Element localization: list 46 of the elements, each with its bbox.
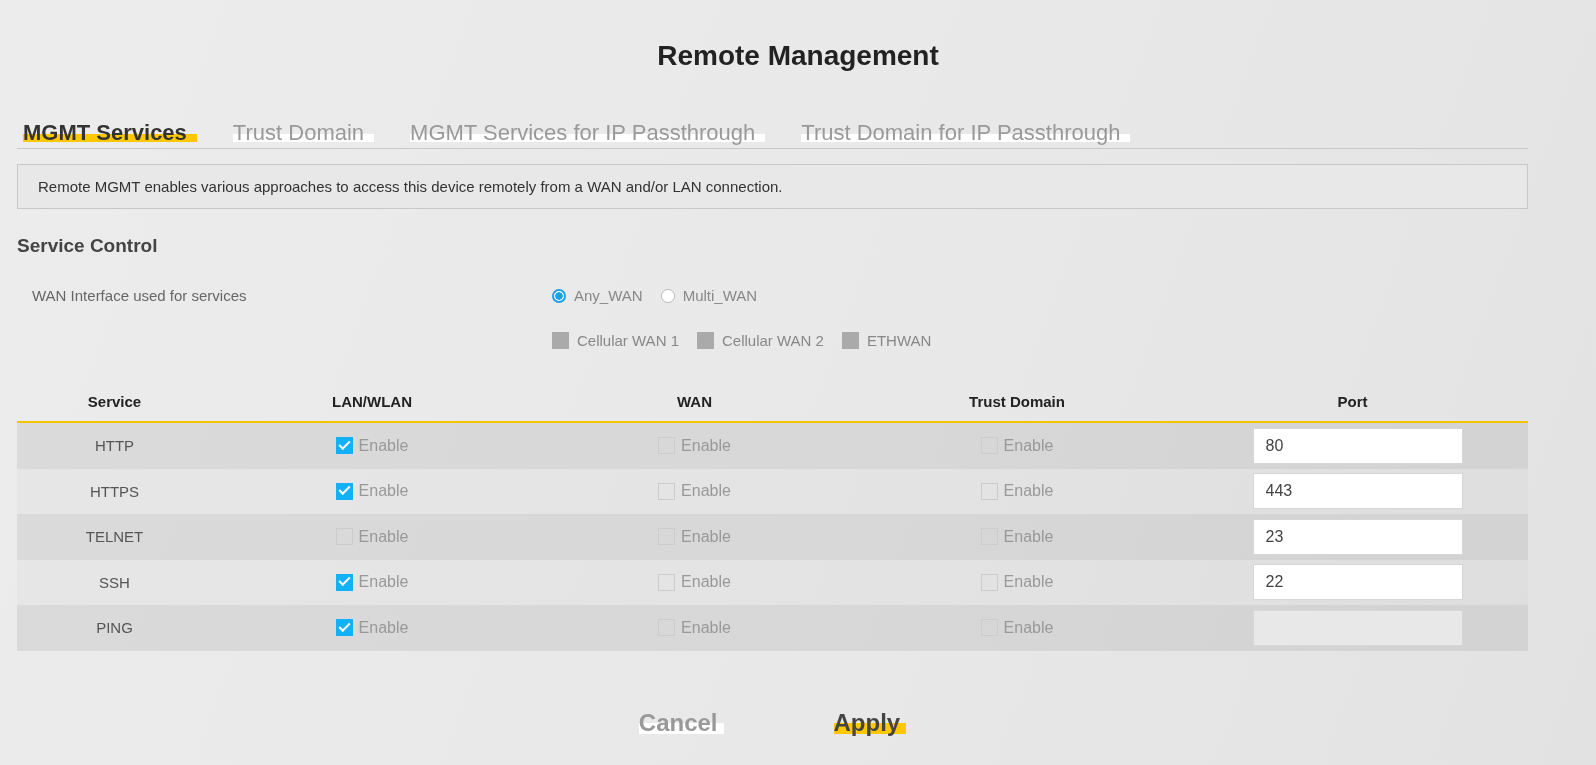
port-input[interactable]: 80 (1252, 427, 1463, 464)
radio-label: Multi_WAN (682, 287, 758, 304)
checkbox[interactable] (335, 437, 353, 455)
port-input[interactable]: 443 (1252, 473, 1463, 510)
checkbox-label: Enable (681, 573, 731, 592)
checkbox[interactable] (335, 573, 353, 591)
checkbox-label: Enable (358, 618, 409, 637)
checkbox[interactable] (658, 482, 676, 500)
info-banner: Remote MGMT enables various approaches to access this device remotely from a WAN and/or LAN connection. (17, 164, 1528, 209)
port-input[interactable]: 23 (1252, 518, 1463, 555)
radio-button[interactable] (660, 288, 675, 303)
column-header: LAN/WLAN (331, 392, 413, 410)
checkbox-label: ETHWAN (866, 332, 932, 349)
page-title: Remote Management (656, 39, 940, 73)
table-cell-text: HTTPS (88, 482, 141, 500)
checkbox-label: Enable (1003, 527, 1054, 546)
checkbox-label: Enable (1003, 618, 1054, 637)
column-header: Service (86, 392, 143, 410)
checkbox-label: Enable (1003, 436, 1054, 455)
table-cell-text: TELNET (84, 528, 145, 546)
section-title: Service Control (17, 235, 159, 257)
checkbox-label: Enable (681, 527, 731, 546)
checkbox[interactable] (335, 619, 353, 637)
checkbox-label: Enable (681, 482, 731, 501)
column-header: Trust Domain (968, 392, 1066, 410)
checkbox-label: Enable (681, 436, 731, 455)
radio-label: Any_WAN (574, 287, 643, 304)
checkbox-label: Cellular WAN 1 (577, 332, 679, 349)
checkbox-label: Enable (681, 618, 731, 637)
checkbox-label: Enable (1003, 573, 1054, 592)
checkbox-label: Cellular WAN 2 (721, 332, 824, 349)
checkbox-label: Enable (358, 436, 409, 455)
checkbox-label: Enable (358, 573, 409, 592)
table-cell-text: SSH (98, 573, 131, 591)
checkbox[interactable] (335, 482, 353, 500)
radio-button[interactable] (552, 288, 566, 303)
checkbox-label: Enable (358, 482, 409, 501)
column-header: WAN (676, 392, 713, 410)
column-header: Port (1336, 392, 1369, 410)
checkbox-label: Enable (1003, 482, 1054, 501)
table-cell-text: HTTP (93, 437, 136, 455)
field-label: WAN Interface used for services (31, 287, 248, 306)
checkbox-label: Enable (358, 527, 409, 546)
port-input[interactable]: 22 (1252, 564, 1463, 601)
table-cell-text: PING (95, 619, 134, 637)
checkbox[interactable] (658, 573, 676, 591)
